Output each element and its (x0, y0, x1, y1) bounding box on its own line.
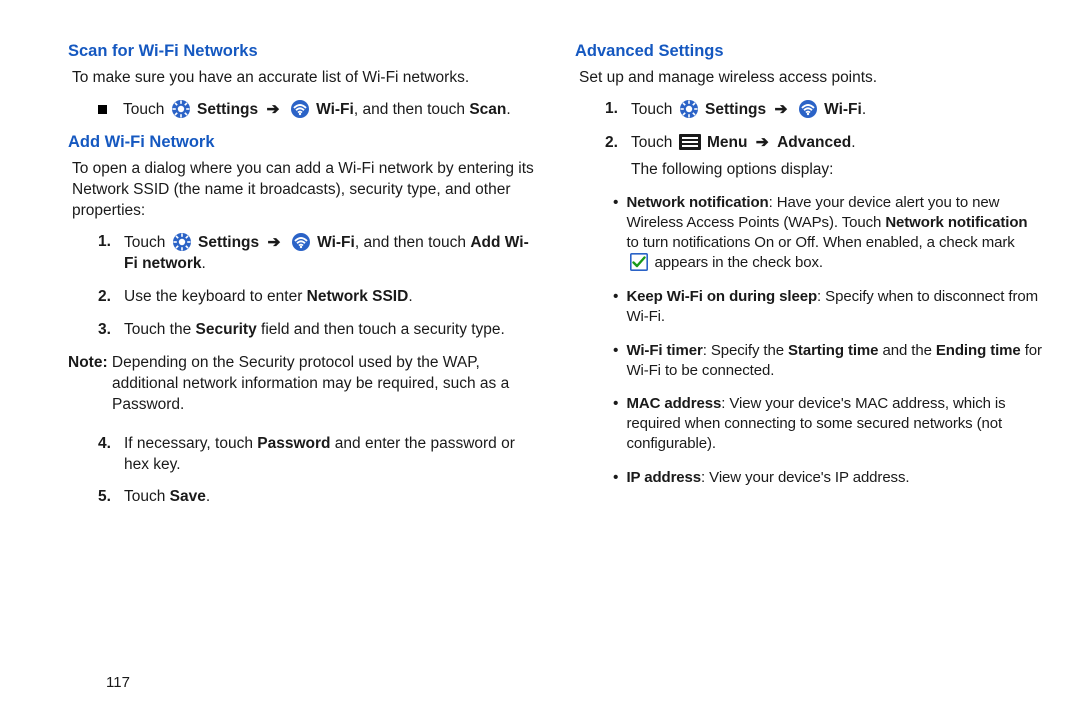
arrow-icon: ➔ (266, 101, 279, 118)
step-body: Touch Settings ➔ Wi-Fi, and then touch A… (124, 232, 535, 275)
step-number: 1. (605, 99, 623, 121)
bullet-icon: • (613, 193, 618, 273)
advanced-intro: Set up and manage wireless access points… (575, 68, 1042, 89)
note: Note: Depending on the Security protocol… (68, 353, 535, 416)
step-number: 1. (98, 232, 116, 275)
heading-advanced: Advanced Settings (575, 40, 1042, 62)
advanced-options: • Network notification: Have your device… (613, 193, 1042, 489)
bullet-icon: • (613, 468, 618, 489)
note-body: Depending on the Security protocol used … (112, 354, 509, 413)
step-1: 1. Touch Settings ➔ Wi-Fi, and then touc… (98, 232, 535, 275)
add-wifi-intro: To open a dialog where you can add a Wi-… (68, 159, 535, 222)
step-number: 3. (98, 320, 116, 341)
scan-label: Scan (469, 101, 506, 118)
left-column: Scan for Wi-Fi Networks To make sure you… (68, 40, 535, 520)
menu-icon (679, 134, 701, 150)
text: , and then touch (354, 101, 469, 118)
options-intro: The following options display: (631, 160, 1042, 181)
settings-icon (679, 99, 699, 119)
square-bullet-icon (98, 105, 107, 114)
scan-bullet-text: Touch Settings ➔ Wi-Fi, and then touch S… (123, 99, 511, 121)
scan-intro: To make sure you have an accurate list o… (68, 68, 535, 89)
opt-mac-address: • MAC address: View your device's MAC ad… (613, 394, 1042, 454)
wifi-label: Wi-Fi (316, 101, 354, 118)
scan-bullet: Touch Settings ➔ Wi-Fi, and then touch S… (98, 99, 535, 121)
advanced-steps: 1. Touch Settings ➔ Wi-Fi. 2. Touch Menu… (605, 99, 1042, 181)
opt-network-notification: • Network notification: Have your device… (613, 193, 1042, 273)
step-3: 3. Touch the Security field and then tou… (98, 320, 535, 341)
right-column: Advanced Settings Set up and manage wire… (575, 40, 1042, 520)
opt-ip-address: • IP address: View your device's IP addr… (613, 468, 1042, 489)
bullet-icon: • (613, 394, 618, 454)
bullet-icon: • (613, 287, 618, 327)
opt-wifi-timer: • Wi-Fi timer: Specify the Starting time… (613, 341, 1042, 381)
heading-scan-wifi: Scan for Wi-Fi Networks (68, 40, 535, 62)
page-number: 117 (106, 674, 130, 691)
add-wifi-steps: 1. Touch Settings ➔ Wi-Fi, and then touc… (98, 232, 535, 341)
wifi-icon (798, 99, 818, 119)
heading-add-wifi: Add Wi-Fi Network (68, 131, 535, 153)
note-label: Note: (68, 354, 112, 371)
step-2: 2. Use the keyboard to enter Network SSI… (98, 287, 535, 308)
settings-label: Settings (197, 101, 258, 118)
arrow-icon: ➔ (774, 101, 787, 118)
step-number: 2. (98, 287, 116, 308)
step-number: 5. (98, 487, 116, 508)
checkmark-icon (630, 253, 648, 271)
step-number: 4. (98, 434, 116, 476)
arrow-icon: ➔ (756, 134, 769, 151)
step-5: 5. Touch Save. (98, 487, 535, 508)
adv-step-2: 2. Touch Menu ➔ Advanced. The following … (605, 133, 1042, 181)
text: Touch (123, 101, 164, 118)
wifi-icon (290, 99, 310, 119)
step-4: 4. If necessary, touch Password and ente… (98, 434, 535, 476)
settings-icon (172, 232, 192, 252)
wifi-icon (291, 232, 311, 252)
step-number: 2. (605, 133, 623, 181)
bullet-icon: • (613, 341, 618, 381)
add-wifi-steps-cont: 4. If necessary, touch Password and ente… (98, 434, 535, 509)
arrow-icon: ➔ (267, 234, 280, 251)
settings-icon (171, 99, 191, 119)
adv-step-1: 1. Touch Settings ➔ Wi-Fi. (605, 99, 1042, 121)
opt-keep-wifi-sleep: • Keep Wi-Fi on during sleep: Specify wh… (613, 287, 1042, 327)
